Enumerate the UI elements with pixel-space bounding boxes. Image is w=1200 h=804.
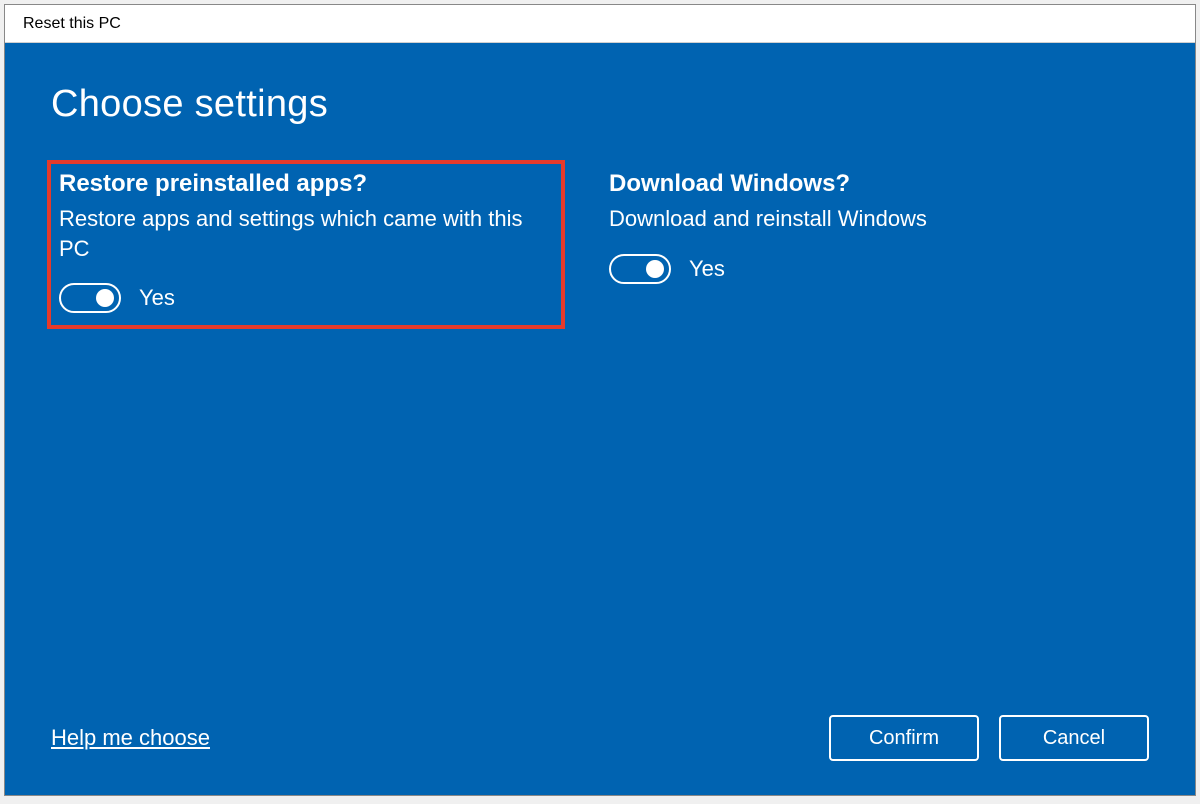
restore-toggle[interactable] bbox=[59, 283, 121, 313]
setting-download-title: Download Windows? bbox=[609, 170, 1103, 198]
setting-download-description: Download and reinstall Windows bbox=[609, 204, 1103, 234]
setting-restore-preinstalled-apps: Restore preinstalled apps? Restore apps … bbox=[51, 164, 561, 325]
settings-row: Restore preinstalled apps? Restore apps … bbox=[51, 164, 1149, 325]
download-toggle-label: Yes bbox=[689, 256, 725, 282]
footer-buttons: Confirm Cancel bbox=[829, 715, 1149, 761]
window-title: Reset this PC bbox=[23, 15, 121, 33]
cancel-button[interactable]: Cancel bbox=[999, 715, 1149, 761]
setting-download-toggle-row: Yes bbox=[609, 254, 1103, 284]
setting-download-windows: Download Windows? Download and reinstall… bbox=[601, 164, 1111, 325]
content-area: Choose settings Restore preinstalled app… bbox=[5, 43, 1195, 795]
page-title: Choose settings bbox=[51, 83, 1149, 126]
setting-restore-title: Restore preinstalled apps? bbox=[59, 170, 553, 198]
confirm-button[interactable]: Confirm bbox=[829, 715, 979, 761]
footer: Help me choose Confirm Cancel bbox=[51, 715, 1149, 761]
setting-restore-toggle-row: Yes bbox=[59, 283, 553, 313]
toggle-knob-icon bbox=[96, 289, 114, 307]
setting-restore-description: Restore apps and settings which came wit… bbox=[59, 204, 553, 263]
toggle-knob-icon bbox=[646, 260, 664, 278]
restore-toggle-label: Yes bbox=[139, 285, 175, 311]
download-toggle[interactable] bbox=[609, 254, 671, 284]
reset-pc-window: Reset this PC Choose settings Restore pr… bbox=[4, 4, 1196, 796]
help-me-choose-link[interactable]: Help me choose bbox=[51, 725, 210, 751]
window-titlebar: Reset this PC bbox=[5, 5, 1195, 43]
